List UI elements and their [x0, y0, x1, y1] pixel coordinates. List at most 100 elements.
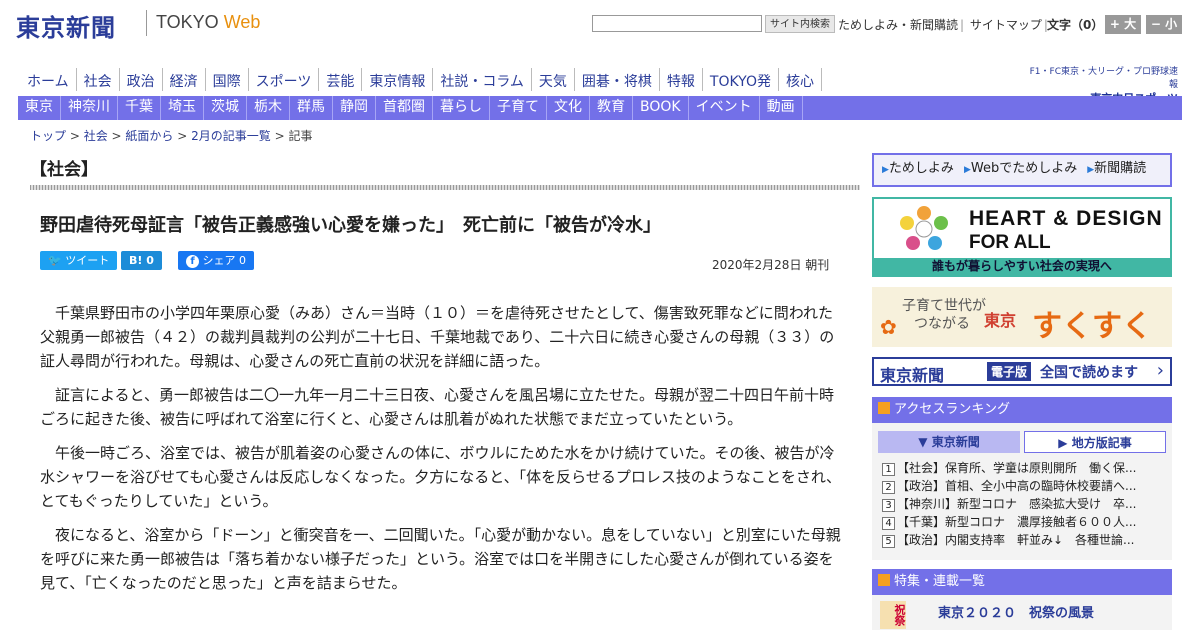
arrow-icon: ▶	[963, 165, 971, 175]
ranking-item[interactable]: 2 【政治】首相、全小中高の臨時休校要請へ...	[882, 477, 1162, 495]
heart-caption: 誰もが暮らしやすい社会の実現へ	[874, 258, 1170, 275]
nav-item-home[interactable]: ホーム	[18, 68, 77, 91]
nav-item-tokyo-hatsu[interactable]: TOKYO発	[703, 68, 779, 91]
subnav-kosodate[interactable]: 子育て	[490, 96, 547, 120]
heart-design-logo	[900, 206, 948, 250]
subnav-saitama[interactable]: 埼玉	[161, 96, 204, 120]
twitter-icon: 🐦	[48, 254, 62, 267]
facebook-share-button[interactable]: f シェア 0	[178, 251, 254, 270]
features-header: 特集・連載一覧	[872, 569, 1172, 595]
ranking-item-text: 【政治】首相、全小中高の臨時休校要請へ...	[897, 479, 1137, 493]
subnav-gunma[interactable]: 群馬	[290, 96, 333, 120]
logo-divider	[146, 10, 147, 36]
rank-number: 5	[882, 535, 895, 548]
feature-item[interactable]: 東京２０２０ 祝祭の風景	[938, 602, 1094, 621]
access-ranking: アクセスランキング ▼ 東京新聞 ▶ 地方版記事 1 【社会】保育所、学童は原則開…	[872, 397, 1172, 560]
crumb-top[interactable]: トップ	[30, 129, 66, 143]
heart-design-banner[interactable]: HEART & DESIGN FOR ALL 誰もが暮らしやすい社会の実現へ	[872, 197, 1172, 277]
rank-number: 4	[882, 517, 895, 530]
subnav-kanagawa[interactable]: 神奈川	[61, 96, 118, 120]
subnav-event[interactable]: イベント	[689, 96, 760, 120]
features-title: 特集・連載一覧	[894, 574, 986, 589]
ranking-title: アクセスランキング	[894, 402, 1010, 417]
ranking-list: 1 【社会】保育所、学童は原則開所 働く保... 2 【政治】首相、全小中高の臨時休…	[882, 459, 1162, 549]
font-larger-button[interactable]: + 大	[1105, 15, 1141, 34]
crumb-paper[interactable]: 紙面から	[125, 129, 173, 143]
article-paragraph: 証言によると、勇一郎被告は二〇一九年一月二十三日夜、心愛さんを風呂場に立たせた。…	[40, 386, 834, 428]
nav-item-politics[interactable]: 政治	[120, 68, 163, 91]
sports-line1: F1・FC東京・大リーグ・プロ野球速報	[1029, 67, 1178, 90]
nav-item-international[interactable]: 国際	[206, 68, 249, 91]
trial-subscribe-link[interactable]: ためしよみ・新聞購読	[838, 18, 958, 32]
article-title: 野田虐待死母証言「被告正義感強い心愛を嫌った」 死亡前に「被告が冷水」	[40, 215, 661, 236]
arrow-icon: ▶	[882, 165, 889, 175]
ranking-tab-tokyo-label: 東京新聞	[931, 435, 980, 449]
ranking-item[interactable]: 3 【神奈川】新型コロナ 感染拡大受け 卒...	[882, 495, 1162, 513]
nav-item-entertainment[interactable]: 芸能	[319, 68, 363, 91]
subscribe-link[interactable]: 新聞購読	[1094, 161, 1146, 176]
denshi-badge: 電子版	[987, 362, 1032, 381]
heart-line2: FOR ALL	[969, 232, 1051, 253]
search-input[interactable]	[592, 15, 762, 32]
section-divider	[30, 185, 860, 190]
sukusuku-banner[interactable]: 子育て世代が つながる 東京 すくすく ✿	[872, 287, 1172, 347]
nav-item-igo-shogi[interactable]: 囲碁・将棋	[575, 68, 660, 91]
font-size-label: 文字（0）	[1047, 18, 1104, 32]
tweet-button[interactable]: 🐦 ツイート	[40, 251, 118, 270]
chevron-right-icon: ›	[1156, 360, 1164, 381]
tab-arrow-icon: ▶	[1058, 436, 1068, 450]
article-date: 2020年2月28日 朝刊	[712, 258, 830, 272]
tameshi-link[interactable]: ためしよみ	[889, 161, 954, 176]
header-links: ためしよみ・新聞購読 | サイトマップ |	[838, 18, 1048, 32]
subnav-video[interactable]: 動画	[760, 96, 803, 120]
ranking-item-text: 【神奈川】新型コロナ 感染拡大受け 卒...	[897, 497, 1137, 511]
crumb-month-list[interactable]: 2月の記事一覧	[191, 129, 271, 143]
search-button[interactable]: サイト内検索	[765, 15, 835, 33]
suku-line2: つながる	[914, 316, 970, 332]
crumb-society[interactable]: 社会	[84, 129, 108, 143]
nav-item-weather[interactable]: 天気	[532, 68, 575, 91]
nav-item-society[interactable]: 社会	[77, 68, 120, 91]
subnav-tochigi[interactable]: 栃木	[247, 96, 290, 120]
article-paragraph: 夜になると、浴室から「ドーン」と衝突音を一、二回聞いた。「心愛が動かない。息をし…	[40, 526, 841, 592]
web-tameshi-link[interactable]: Webでためしよみ	[971, 161, 1077, 176]
ranking-tab-local-label: 地方版記事	[1071, 436, 1132, 450]
nav-item-tokyo-info[interactable]: 東京情報	[362, 68, 434, 91]
features-box: 特集・連載一覧 祝祭 東京２０２０ 祝祭の風景	[872, 569, 1172, 630]
subnav-kyoiku[interactable]: 教育	[590, 96, 633, 120]
nav-item-economy[interactable]: 経済	[163, 68, 206, 91]
subnav-book[interactable]: BOOK	[633, 96, 689, 120]
subnav-shutoken[interactable]: 首都圏	[376, 96, 433, 120]
main-nav: ホーム 社会 政治 経済 国際 スポーツ 芸能 東京情報 社説・コラム 天気 囲碁・将棋 特報 TOKY…	[18, 68, 1182, 93]
digital-edition-banner[interactable]: 東京新聞 電子版 全国で読めます ›	[872, 357, 1172, 386]
subnav-kurashi[interactable]: 暮らし	[433, 96, 490, 120]
ranking-tab-tokyo[interactable]: ▼ 東京新聞	[878, 431, 1020, 453]
feature-thumbnail[interactable]: 祝祭	[880, 601, 906, 629]
ranking-tab-local[interactable]: ▶ 地方版記事	[1024, 431, 1166, 453]
ranking-item[interactable]: 1 【社会】保育所、学童は原則開所 働く保...	[882, 459, 1162, 477]
sitemap-link[interactable]: サイトマップ	[970, 18, 1042, 32]
subnav-shizuoka[interactable]: 静岡	[333, 96, 376, 120]
ranking-item[interactable]: 4 【千葉】新型コロナ 濃厚接触者６００人...	[882, 513, 1162, 531]
ranking-item-text: 【社会】保育所、学童は原則開所 働く保...	[897, 461, 1137, 475]
tweet-label: ツイート	[65, 254, 110, 267]
nav-item-kakushin[interactable]: 核心	[779, 68, 822, 91]
nav-item-tokuho[interactable]: 特報	[660, 68, 703, 91]
nav-item-sports[interactable]: スポーツ	[249, 68, 320, 91]
site-logo[interactable]: 東京新聞	[16, 8, 116, 43]
subnav-ibaraki[interactable]: 茨城	[204, 96, 247, 120]
breadcrumb: トップ > 社会 > 紙面から > 2月の記事一覧 > 記事	[30, 129, 313, 143]
hatena-button[interactable]: B! 0	[121, 251, 162, 270]
tokyo-web-logo[interactable]: TOKYO Web	[156, 12, 260, 33]
ranking-item[interactable]: 5 【政治】内閣支持率 軒並み↓ 各種世論...	[882, 531, 1162, 549]
subnav-bunka[interactable]: 文化	[547, 96, 590, 120]
font-smaller-button[interactable]: − 小	[1146, 15, 1182, 34]
sub-nav: 東京 神奈川 千葉 埼玉 茨城 栃木 群馬 静岡 首都圏 暮らし 子育て 文化 教育 BOOK イベント 動画	[18, 96, 1182, 120]
subnav-chiba[interactable]: 千葉	[118, 96, 161, 120]
subnav-tokyo[interactable]: 東京	[18, 96, 61, 120]
flower-icon: ✿	[880, 315, 897, 339]
nav-item-editorial[interactable]: 社説・コラム	[433, 68, 532, 91]
ranking-arrow-icon	[878, 402, 890, 414]
ranking-item-text: 【千葉】新型コロナ 濃厚接触者６００人...	[897, 515, 1137, 529]
tameshi-links: ▶ためしよみ ▶Webでためしよみ ▶新聞購読	[872, 153, 1172, 187]
